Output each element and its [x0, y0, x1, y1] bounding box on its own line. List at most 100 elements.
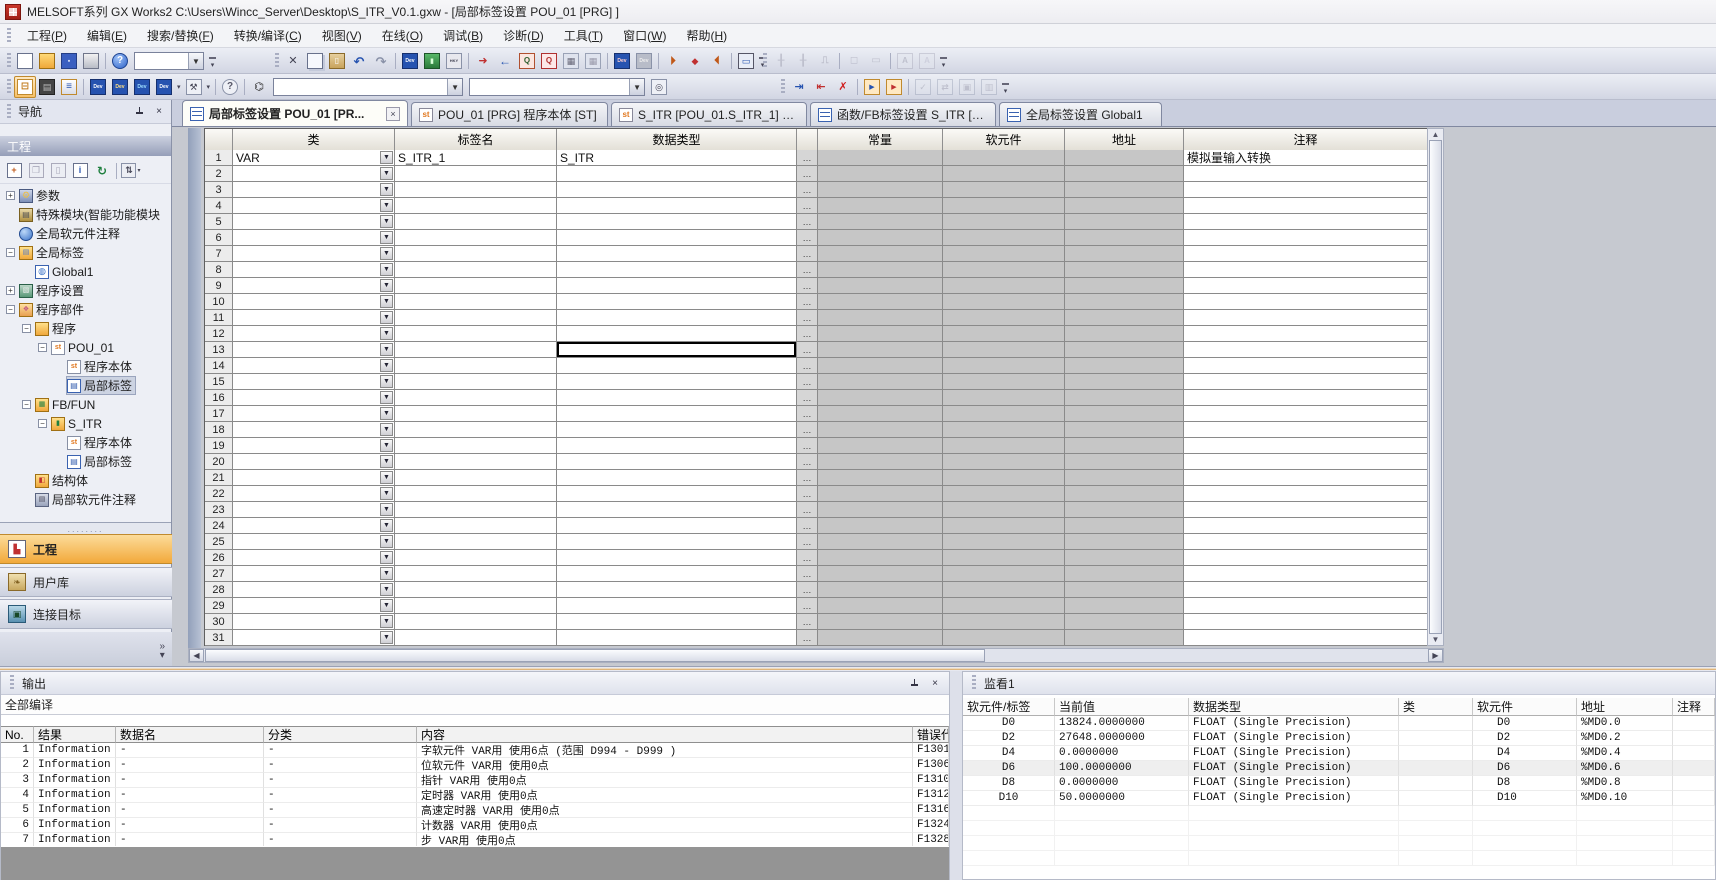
data-type-cell[interactable] — [557, 246, 797, 262]
label-name-cell[interactable] — [395, 614, 557, 630]
watch-cell[interactable]: D6 — [963, 761, 1055, 776]
menu-item[interactable]: 编辑(E) — [77, 23, 137, 48]
chevron-down-icon[interactable]: ▼ — [380, 263, 393, 276]
dropdown-arrow-icon[interactable]: ▾ — [177, 83, 181, 91]
label-name-cell[interactable] — [395, 438, 557, 454]
watch-empty-cell[interactable] — [1673, 821, 1715, 836]
output-cell[interactable]: F1324 — [913, 818, 949, 833]
watch-empty-cell[interactable] — [1473, 806, 1577, 821]
tab-3[interactable]: stS_ITR [POU_01.S_ITR_1] 程序本... — [611, 102, 807, 126]
label-name-cell[interactable] — [395, 630, 557, 646]
data-type-cell[interactable] — [557, 198, 797, 214]
row-number[interactable]: 9 — [205, 278, 233, 294]
output-column-header[interactable]: No. — [1, 726, 34, 743]
watch-empty-cell[interactable] — [1473, 821, 1577, 836]
data-type-cell[interactable] — [557, 582, 797, 598]
watch-cell[interactable]: D10 — [963, 791, 1055, 806]
data-type-cell[interactable]: S_ITR — [557, 150, 797, 166]
chevron-down-icon[interactable]: ▼ — [380, 471, 393, 484]
data-type-browse-button[interactable]: … — [797, 598, 818, 614]
sfc-block-button[interactable]: ▭ — [865, 50, 887, 72]
watch-column-header[interactable]: 数据类型 — [1189, 698, 1399, 716]
class-cell[interactable]: ▼ — [233, 278, 395, 294]
class-cell[interactable]: ▼ — [233, 198, 395, 214]
convert-all-button[interactable]: ⇤ — [810, 76, 832, 98]
dev-menu-button[interactable]: Dev — [153, 76, 175, 98]
watch-empty-cell[interactable] — [1577, 821, 1673, 836]
watch-empty-cell[interactable] — [1055, 836, 1189, 851]
data-type-cell[interactable] — [557, 390, 797, 406]
comment-cell[interactable] — [1184, 374, 1428, 390]
output-cell[interactable]: F1312 — [913, 788, 949, 803]
output-cell[interactable]: 1 — [1, 743, 34, 758]
row-number[interactable]: 19 — [205, 438, 233, 454]
row-number[interactable]: 15 — [205, 374, 233, 390]
scroll-right-icon[interactable]: ▶ — [1428, 649, 1443, 662]
watch-cell[interactable] — [1399, 791, 1473, 806]
module-configuration-button[interactable]: ▤ — [36, 76, 58, 98]
view-switch-connection[interactable]: ▣连接目标 — [0, 599, 172, 629]
comment-cell[interactable] — [1184, 230, 1428, 246]
toolbar-grip[interactable] — [275, 53, 279, 69]
tree-item-hit[interactable]: stPOU_01 — [51, 339, 117, 356]
chevron-down-icon[interactable]: ▼ — [380, 343, 393, 356]
tree-item-hit[interactable]: ◍Global1 — [35, 263, 96, 280]
watch-cell[interactable] — [1673, 761, 1715, 776]
data-type-cell[interactable] — [557, 550, 797, 566]
watch-cell[interactable] — [1399, 761, 1473, 776]
tree-item[interactable]: ◧结构体 — [0, 471, 171, 490]
class-cell[interactable]: ▼ — [233, 182, 395, 198]
watch-cell[interactable]: %MD0.8 — [1577, 776, 1673, 791]
chevron-down-icon[interactable]: ▼ — [380, 391, 393, 404]
watch-empty-cell[interactable] — [1399, 836, 1473, 851]
watch-cell[interactable]: D4 — [963, 746, 1055, 761]
row-number[interactable]: 4 — [205, 198, 233, 214]
grid-column-header[interactable]: 常量 — [818, 129, 943, 151]
output-cell[interactable]: 计数器 VAR用 使用0点 — [417, 818, 913, 833]
scroll-down-icon[interactable]: ▼ — [1432, 635, 1440, 644]
comment-cell[interactable] — [1184, 342, 1428, 358]
class-cell[interactable]: VAR▼ — [233, 150, 395, 166]
help-button[interactable]: ? — [109, 50, 131, 72]
output-cell[interactable]: - — [264, 773, 417, 788]
output-cell[interactable]: F1310 — [913, 773, 949, 788]
output-cell[interactable]: - — [116, 803, 264, 818]
watch-cell[interactable]: FLOAT (Single Precision) — [1189, 776, 1399, 791]
new-data-button[interactable]: + — [3, 160, 25, 182]
sort-filter-button[interactable]: ⇅▾ — [120, 160, 142, 182]
output-cell[interactable]: 定时器 VAR用 使用0点 — [417, 788, 913, 803]
comment-cell[interactable] — [1184, 406, 1428, 422]
write-to-plc-button[interactable]: ➜ — [472, 50, 494, 72]
watch-empty-cell[interactable] — [1577, 836, 1673, 851]
watch-cell[interactable]: FLOAT (Single Precision) — [1189, 716, 1399, 731]
chevron-down-icon[interactable]: ▼ — [380, 599, 393, 612]
data-type-browse-button[interactable]: … — [797, 278, 818, 294]
tree-item-hit[interactable]: ⚙参数 — [19, 187, 63, 204]
data-type-browse-button[interactable]: … — [797, 374, 818, 390]
data-type-browse-button[interactable]: … — [797, 390, 818, 406]
data-type-browse-button[interactable]: … — [797, 422, 818, 438]
watch-column-header[interactable]: 类 — [1399, 698, 1473, 716]
class-cell[interactable]: ▼ — [233, 598, 395, 614]
comment-cell[interactable] — [1184, 262, 1428, 278]
tree-item[interactable]: −▦FB/FUN — [0, 395, 171, 414]
tree-item[interactable]: +⚙参数 — [0, 186, 171, 205]
label-name-cell[interactable] — [395, 342, 557, 358]
output-cell[interactable]: - — [116, 743, 264, 758]
tree-item-hit[interactable]: ▤局部标签 — [67, 453, 135, 470]
close-icon[interactable]: × — [151, 105, 167, 119]
comment-cell[interactable] — [1184, 166, 1428, 182]
save-button[interactable]: ▪ — [58, 50, 80, 72]
label-name-cell[interactable] — [395, 422, 557, 438]
tree-item[interactable]: −▮S_ITR — [0, 414, 171, 433]
label-name-cell[interactable] — [395, 454, 557, 470]
comment-cell[interactable] — [1184, 246, 1428, 262]
class-cell[interactable]: ▼ — [233, 486, 395, 502]
watch-cell[interactable]: %MD0.6 — [1577, 761, 1673, 776]
grid-column-header[interactable]: 软元件 — [943, 129, 1065, 151]
comment-cell[interactable] — [1184, 470, 1428, 486]
comment-cell[interactable] — [1184, 310, 1428, 326]
entry-key-button[interactable]: HKY — [443, 50, 465, 72]
data-type-browse-button[interactable]: … — [797, 326, 818, 342]
collapse-icon[interactable]: − — [6, 305, 15, 314]
